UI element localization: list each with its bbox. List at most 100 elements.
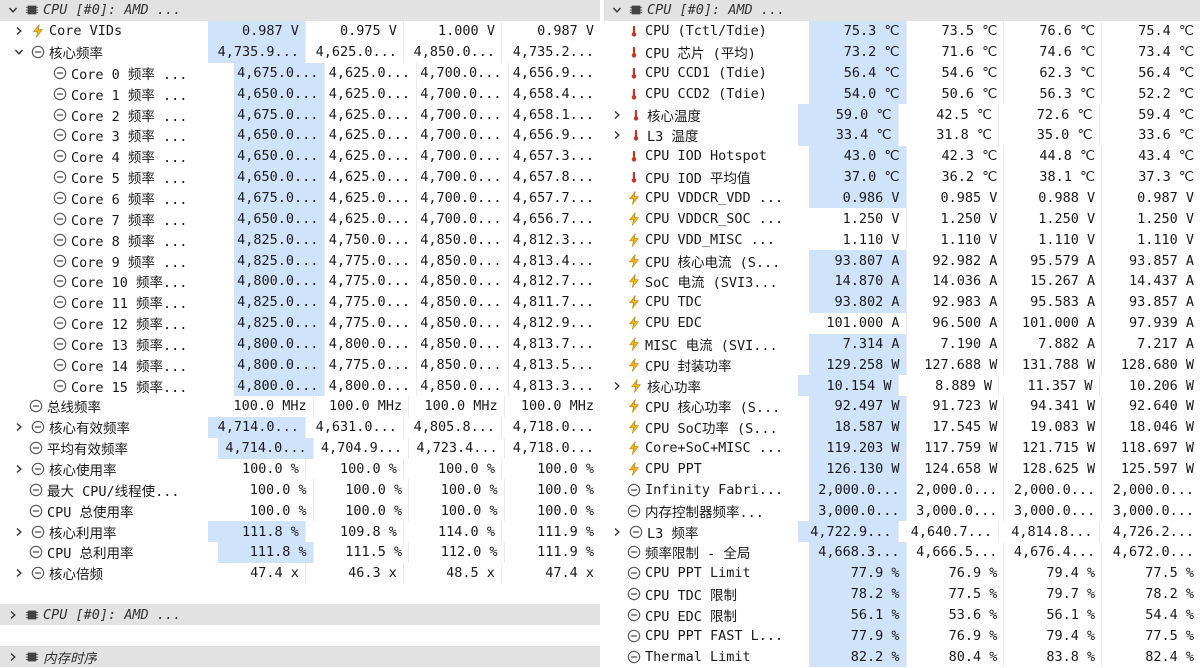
sensor-row[interactable]: CPU (Tctl/Tdie) 75.3 ℃ 73.5 ℃ 76.6 ℃ 75.4 ℃ [604, 20, 1200, 42]
sensor-row[interactable]: Infinity Fabri... 2,000.0... 2,000.0... 2,0… [604, 479, 1200, 501]
sensor-name-cell: 核心功率 [604, 375, 798, 396]
max-value: 4,700.0... [417, 83, 509, 105]
sensor-row[interactable]: CPU PPT FAST L... 77.9 % 76.9 % 79.4 % 77.5 … [604, 625, 1200, 647]
current-value: 77.9 % [808, 625, 907, 647]
min-value: 111.5 % [314, 541, 410, 563]
expand-chevron-icon[interactable] [12, 566, 26, 580]
sensor-row[interactable]: Thermal Limit 82.2 % 80.4 % 83.8 % 82.4 % [604, 646, 1200, 667]
avg-value: 52.2 ℃ [1138, 85, 1194, 102]
sensor-row[interactable]: Core 11 频率... 4,825.0... 4,775.0... 4,850.0… [0, 291, 600, 313]
sensor-row[interactable]: CPU EDC 101.000 A 96.500 A 101.000 A 97.939 … [604, 312, 1200, 334]
sensor-row[interactable]: Core 2 频率 ... 4,675.0... 4,625.0... 4,700.0… [0, 104, 600, 126]
expand-chevron-icon[interactable] [610, 525, 624, 539]
sensor-row[interactable]: CPU TDC 限制 78.2 % 77.5 % 79.7 % 78.2 % [604, 583, 1200, 605]
max-value: 0.988 V [1004, 187, 1103, 209]
max-value: 4,700.0... [417, 125, 509, 146]
sensor-row[interactable]: 核心使用率 100.0 % 100.0 % 100.0 % 100.0 % [0, 458, 600, 480]
sensor-group-header[interactable]: CPU [#0]: AMD ... [0, 0, 600, 21]
sensor-row[interactable]: Core 13 频率... 4,800.0... 4,800.0... 4,850.0… [0, 333, 600, 355]
sensor-row[interactable]: CPU CCD1 (Tdie) 56.4 ℃ 54.6 ℃ 62.3 ℃ 56.4 ℃ [604, 62, 1200, 84]
sensor-row[interactable]: 总线频率 100.0 MHz 100.0 MHz 100.0 MHz 100.0 MHz [0, 396, 600, 417]
sensor-row[interactable]: Core 7 频率 ... 4,650.0... 4,625.0... 4,700.0… [0, 208, 600, 230]
sensor-row[interactable]: CPU EDC 限制 56.1 % 53.6 % 56.1 % 54.4 % [604, 604, 1200, 626]
right-sensor-panel[interactable]: CPU [#0]: AMD ... CPU (Tctl/Tdie) 75.3 ℃ 73… [604, 0, 1200, 668]
sensor-group-header[interactable]: CPU [#0]: AMD ... [0, 604, 600, 626]
sensor-group-header[interactable]: 内存时序 [0, 646, 600, 667]
expand-chevron-icon[interactable] [610, 108, 624, 122]
sensor-row[interactable]: 核心利用率 111.8 % 109.8 % 114.0 % 111.9 % [0, 521, 600, 542]
sensor-row[interactable]: L3 频率 4,722.9... 4,640.7... 4,814.8... 4,726… [604, 521, 1200, 542]
sensor-row[interactable]: Core VIDs 0.987 V 0.975 V 1.000 V 0.987 V [0, 20, 600, 42]
sensor-row[interactable]: CPU VDDCR_VDD ... 0.986 V 0.985 V 0.988 V 0.… [604, 187, 1200, 209]
sensor-row[interactable]: 核心功率 10.154 W 8.889 W 11.357 W 10.206 W [604, 375, 1200, 397]
sensor-row[interactable]: CPU IOD Hotspot 43.0 ℃ 42.3 ℃ 44.8 ℃ 43.4 ℃ [604, 145, 1200, 167]
sensor-row[interactable]: Core 14 频率... 4,800.0... 4,775.0... 4,850.0… [0, 354, 600, 376]
sensor-row[interactable]: MISC 电流 (SVI... 7.314 A 7.190 A 7.882 A 7.21… [604, 333, 1200, 355]
blank-row [0, 583, 600, 605]
clock-icon [30, 524, 46, 540]
current-value: 126.130 W [808, 458, 907, 480]
sensor-label: Core 1 频率 ... [71, 87, 188, 104]
sensor-row[interactable]: Core 15 频率... 4,800.0... 4,800.0... 4,850.0… [0, 375, 600, 397]
sensor-name-cell: Core 7 频率 ... [0, 208, 234, 229]
expand-chevron-icon[interactable] [12, 420, 26, 434]
sensor-row[interactable]: CPU PPT 126.130 W 124.658 W 128.625 W 125.59… [604, 458, 1200, 480]
avg-value: 4,656.9... [512, 64, 594, 81]
sensor-name-cell: 核心有效频率 [0, 417, 208, 438]
sensor-row[interactable]: CPU VDDCR_SOC ... 1.250 V 1.250 V 1.250 V 1.… [604, 208, 1200, 230]
bolt-icon [626, 440, 642, 456]
sensor-row[interactable]: Core 0 频率 ... 4,675.0... 4,625.0... 4,700.0… [0, 62, 600, 84]
collapse-chevron-icon[interactable] [12, 45, 26, 59]
sensor-row[interactable]: CPU PPT Limit 77.9 % 76.9 % 79.4 % 77.5 % [604, 562, 1200, 584]
expand-chevron-icon[interactable] [12, 525, 26, 539]
sensor-row[interactable]: 最大 CPU/线程使... 100.0 % 100.0 % 100.0 % 100.0 … [0, 479, 600, 501]
avg-value: 4,813.5... [512, 356, 594, 373]
expand-chevron-icon[interactable] [6, 608, 20, 622]
sensor-row[interactable]: Core 8 频率 ... 4,825.0... 4,750.0... 4,850.0… [0, 229, 600, 251]
current-value: 100.0 % [208, 458, 306, 480]
sensor-row[interactable]: CPU TDC 93.802 A 92.983 A 95.583 A 93.857 A [604, 291, 1200, 313]
sensor-row[interactable]: Core 3 频率 ... 4,650.0... 4,625.0... 4,700.0… [0, 125, 600, 146]
sensor-row[interactable]: Core 9 频率 ... 4,825.0... 4,775.0... 4,850.0… [0, 250, 600, 271]
sensor-row[interactable]: Core 1 频率 ... 4,650.0... 4,625.0... 4,700.0… [0, 83, 600, 105]
avg-value: 59.4 ℃ [1138, 106, 1194, 123]
sensor-row[interactable]: Core 4 频率 ... 4,650.0... 4,625.0... 4,700.0… [0, 145, 600, 167]
expand-chevron-icon[interactable] [12, 24, 26, 38]
sensor-row[interactable]: 平均有效频率 4,714.0... 4,704.9... 4,723.4... 4,71… [0, 437, 600, 459]
sensor-row[interactable]: 核心有效频率 4,714.0... 4,631.0... 4,805.8... 4,71… [0, 416, 600, 438]
sensor-row[interactable]: Core 6 频率 ... 4,675.0... 4,625.0... 4,700.0… [0, 187, 600, 209]
sensor-row[interactable]: CPU IOD 平均值 37.0 ℃ 36.2 ℃ 38.1 ℃ 37.3 ℃ [604, 166, 1200, 188]
expand-chevron-icon[interactable] [12, 462, 26, 476]
sensor-row[interactable]: SoC 电流 (SVI3... 14.870 A 14.036 A 15.267 A 1… [604, 270, 1200, 292]
sensor-row[interactable]: CPU 总使用率 100.0 % 100.0 % 100.0 % 100.0 % [0, 500, 600, 522]
left-sensor-panel[interactable]: CPU [#0]: AMD ... Core VIDs 0.987 V 0.975 V… [0, 0, 600, 668]
sensor-row[interactable]: 频率限制 - 全局 4,668.3... 4,666.5... 4,676.4... 4… [604, 541, 1200, 563]
expand-chevron-icon[interactable] [6, 650, 20, 664]
sensor-row[interactable]: 内存控制器频率... 3,000.0... 3,000.0... 3,000.0...… [604, 500, 1200, 522]
expand-chevron-icon[interactable] [610, 128, 624, 142]
sensor-row[interactable]: Core 12 频率... 4,825.0... 4,775.0... 4,850.0… [0, 312, 600, 334]
max-value: 4,700.0... [417, 104, 509, 126]
sensor-row[interactable]: CPU 芯片 (平均) 73.2 ℃ 71.6 ℃ 74.6 ℃ 73.4 ℃ [604, 41, 1200, 63]
sensor-row[interactable]: CPU 封装功率 129.258 W 127.688 W 131.788 W 128.6… [604, 354, 1200, 376]
bolt-icon [626, 294, 642, 310]
sensor-row[interactable]: CPU 核心功率 (S... 92.497 W 91.723 W 94.341 W 92… [604, 396, 1200, 417]
sensor-row[interactable]: Core 10 频率... 4,800.0... 4,775.0... 4,850.0… [0, 270, 600, 292]
sensor-row[interactable]: 核心温度 59.0 ℃ 42.5 ℃ 72.6 ℃ 59.4 ℃ [604, 104, 1200, 126]
sensor-row[interactable]: Core 5 频率 ... 4,650.0... 4,625.0... 4,700.0… [0, 166, 600, 188]
collapse-chevron-icon[interactable] [6, 3, 20, 17]
sensor-group-header[interactable]: CPU [#0]: AMD ... [604, 0, 1200, 21]
collapse-chevron-icon[interactable] [610, 3, 624, 17]
sensor-row[interactable]: CPU 总利用率 111.8 % 111.5 % 112.0 % 111.9 % [0, 541, 600, 563]
avg-value: 128.680 W [1120, 356, 1194, 373]
sensor-row[interactable]: CPU VDD_MISC ... 1.110 V 1.110 V 1.110 V 1.1… [604, 229, 1200, 251]
sensor-row[interactable]: L3 温度 33.4 ℃ 31.8 ℃ 35.0 ℃ 33.6 ℃ [604, 125, 1200, 146]
sensor-row[interactable]: CPU 核心电流 (S... 93.807 A 92.982 A 95.579 A 93… [604, 250, 1200, 271]
sensor-row[interactable]: 核心倍频 47.4 x 46.3 x 48.5 x 47.4 x [0, 562, 600, 584]
sensor-row[interactable]: 核心频率 4,735.9... 4,625.0... 4,850.0... 4,735.… [0, 41, 600, 63]
clock-icon [28, 544, 44, 560]
sensor-row[interactable]: CPU SoC功率 (S... 18.587 W 17.545 W 19.083 W 1… [604, 416, 1200, 438]
expand-chevron-icon[interactable] [610, 379, 624, 393]
sensor-row[interactable]: Core+SoC+MISC ... 119.203 W 117.759 W 121.7… [604, 437, 1200, 459]
sensor-row[interactable]: CPU CCD2 (Tdie) 54.0 ℃ 50.6 ℃ 56.3 ℃ 52.2 ℃ [604, 83, 1200, 105]
